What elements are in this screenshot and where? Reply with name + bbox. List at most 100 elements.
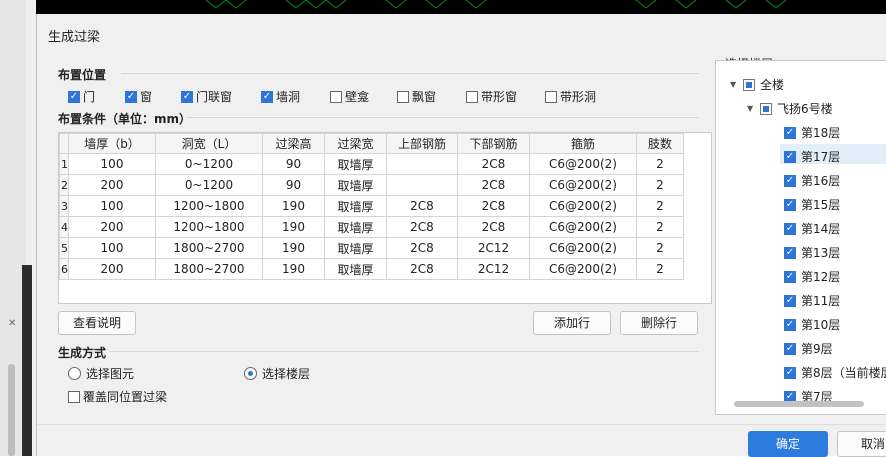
placement-option-door[interactable]: ✓ 门 bbox=[68, 88, 95, 105]
column-header[interactable]: 墙厚（b） bbox=[68, 133, 156, 154]
radio-unselected-icon[interactable] bbox=[68, 367, 81, 380]
tree-node-floor[interactable]: ✓ 第10层 bbox=[784, 316, 840, 333]
table-cell[interactable]: 200 bbox=[68, 174, 156, 196]
checkbox-checked-icon[interactable]: ✓ bbox=[784, 246, 796, 259]
table-cell[interactable]: 取墙厚 bbox=[324, 237, 387, 259]
placement-option-strip-hole[interactable]: 带形洞 bbox=[545, 88, 596, 105]
table-cell[interactable]: 1200~1800 bbox=[155, 216, 263, 238]
table-cell[interactable]: 190 bbox=[262, 237, 325, 259]
table-row[interactable]: 6 200 1800~2700 190 取墙厚 2C8 2C12 C6@200(2) 2 bbox=[59, 258, 684, 280]
checkbox-partial-icon[interactable] bbox=[743, 78, 755, 91]
checkbox-checked-icon[interactable]: ✓ bbox=[125, 90, 137, 103]
tree-node-floor[interactable]: ✓ 第16层 bbox=[784, 172, 840, 189]
table-cell[interactable]: 取墙厚 bbox=[324, 174, 387, 196]
radio-selected-icon[interactable] bbox=[244, 367, 257, 380]
checkbox-unchecked-icon[interactable] bbox=[466, 90, 478, 103]
checkbox-checked-icon[interactable]: ✓ bbox=[784, 342, 796, 355]
table-cell[interactable] bbox=[386, 153, 458, 175]
column-header[interactable]: 肢数 bbox=[636, 133, 684, 154]
column-header[interactable]: 过梁宽 bbox=[324, 133, 387, 154]
table-row[interactable]: 2 200 0~1200 90 取墙厚 2C8 C6@200(2) 2 bbox=[59, 174, 684, 196]
table-cell[interactable]: 200 bbox=[68, 216, 156, 238]
table-cell[interactable]: 2 bbox=[636, 216, 684, 238]
tree-node-building[interactable]: ▼ 飞扬6号楼 bbox=[747, 100, 833, 117]
table-cell[interactable]: 100 bbox=[68, 153, 156, 175]
checkbox-checked-icon[interactable]: ✓ bbox=[784, 222, 796, 235]
delete-row-button[interactable]: 删除行 bbox=[620, 311, 698, 335]
table-cell[interactable]: 2 bbox=[636, 237, 684, 259]
column-header[interactable]: 下部钢筋 bbox=[457, 133, 530, 154]
tree-horizontal-scrollbar[interactable] bbox=[734, 401, 864, 407]
table-cell[interactable]: 190 bbox=[262, 195, 325, 217]
table-cell[interactable]: 2 bbox=[636, 195, 684, 217]
radio-select-element[interactable]: 选择图元 bbox=[68, 365, 134, 382]
column-header[interactable]: 箍筋 bbox=[529, 133, 637, 154]
table-cell[interactable]: 1800~2700 bbox=[155, 258, 263, 280]
ok-button[interactable]: 确定 bbox=[748, 431, 828, 457]
tree-node-all-floors[interactable]: ▼ 全楼 bbox=[730, 76, 784, 93]
table-row[interactable]: 5 100 1800~2700 190 取墙厚 2C8 2C12 C6@200(2) 2 bbox=[59, 237, 684, 259]
checkbox-checked-icon[interactable]: ✓ bbox=[784, 150, 796, 163]
table-cell[interactable]: C6@200(2) bbox=[529, 237, 637, 259]
checkbox-checked-icon[interactable]: ✓ bbox=[261, 90, 273, 103]
table-cell[interactable]: 取墙厚 bbox=[324, 195, 387, 217]
table-cell[interactable]: C6@200(2) bbox=[529, 174, 637, 196]
placement-option-wall-hole[interactable]: ✓ 墙洞 bbox=[261, 88, 300, 105]
tree-node-floor[interactable]: ✓ 第11层 bbox=[784, 292, 840, 309]
checkbox-checked-icon[interactable]: ✓ bbox=[68, 90, 80, 103]
checkbox-unchecked-icon[interactable] bbox=[68, 390, 80, 403]
checkbox-partial-icon[interactable] bbox=[760, 102, 772, 115]
table-cell[interactable]: 2 bbox=[636, 258, 684, 280]
tree-node-floor[interactable]: ✓ 第17层 bbox=[784, 148, 840, 165]
tree-node-floor[interactable]: ✓ 第18层 bbox=[784, 124, 840, 141]
placement-option-window[interactable]: ✓ 窗 bbox=[125, 88, 152, 105]
table-cell[interactable]: 2C8 bbox=[386, 195, 458, 217]
checkbox-checked-icon[interactable]: ✓ bbox=[784, 294, 796, 307]
tree-node-floor[interactable]: ✓第8层（当前楼层） bbox=[784, 364, 886, 381]
table-cell[interactable]: 2C8 bbox=[386, 237, 458, 259]
placement-option-door-window[interactable]: ✓ 门联窗 bbox=[181, 88, 232, 105]
table-cell[interactable]: C6@200(2) bbox=[529, 153, 637, 175]
checkbox-checked-icon[interactable]: ✓ bbox=[784, 318, 796, 331]
tree-node-floor[interactable]: ✓ 第15层 bbox=[784, 196, 840, 213]
table-cell[interactable]: 0~1200 bbox=[155, 174, 263, 196]
checkbox-unchecked-icon[interactable] bbox=[330, 90, 342, 103]
table-row[interactable]: 3 100 1200~1800 190 取墙厚 2C8 2C8 C6@200(2) 2 bbox=[59, 195, 684, 217]
table-cell[interactable]: C6@200(2) bbox=[529, 195, 637, 217]
tree-node-floor[interactable]: ✓ 第9层 bbox=[784, 340, 833, 357]
column-header[interactable]: 过梁高 bbox=[262, 133, 325, 154]
table-cell[interactable]: 0~1200 bbox=[155, 153, 263, 175]
placement-option-strip-window[interactable]: 带形窗 bbox=[466, 88, 517, 105]
column-header[interactable]: 上部钢筋 bbox=[386, 133, 458, 154]
table-cell[interactable]: 2 bbox=[636, 153, 684, 175]
table-cell[interactable]: 90 bbox=[262, 174, 325, 196]
table-cell[interactable] bbox=[386, 174, 458, 196]
table-row[interactable]: 1 100 0~1200 90 取墙厚 2C8 C6@200(2) 2 bbox=[59, 153, 684, 175]
checkbox-checked-icon[interactable]: ✓ bbox=[784, 174, 796, 187]
table-cell[interactable]: 100 bbox=[68, 237, 156, 259]
tree-node-floor[interactable]: ✓ 第13层 bbox=[784, 244, 840, 261]
table-cell[interactable]: 2C8 bbox=[386, 216, 458, 238]
table-cell[interactable]: 2 bbox=[636, 174, 684, 196]
table-cell[interactable]: 2C8 bbox=[457, 216, 530, 238]
table-row[interactable]: 4 200 1200~1800 190 取墙厚 2C8 2C8 C6@200(2) 2 bbox=[59, 216, 684, 238]
checkbox-checked-icon[interactable]: ✓ bbox=[784, 366, 796, 379]
table-cell[interactable]: C6@200(2) bbox=[529, 258, 637, 280]
checkbox-checked-icon[interactable]: ✓ bbox=[784, 198, 796, 211]
table-cell[interactable]: 取墙厚 bbox=[324, 258, 387, 280]
table-cell[interactable]: 2C8 bbox=[386, 258, 458, 280]
checkbox-checked-icon[interactable]: ✓ bbox=[784, 126, 796, 139]
table-cell[interactable]: 190 bbox=[262, 258, 325, 280]
table-cell[interactable]: 2C8 bbox=[457, 153, 530, 175]
view-description-button[interactable]: 查看说明 bbox=[58, 311, 136, 335]
table-cell[interactable]: 2C8 bbox=[457, 174, 530, 196]
checkbox-unchecked-icon[interactable] bbox=[397, 90, 409, 103]
table-cell[interactable]: C6@200(2) bbox=[529, 216, 637, 238]
table-cell[interactable]: 200 bbox=[68, 258, 156, 280]
cancel-button[interactable]: 取消 bbox=[837, 431, 886, 457]
table-cell[interactable]: 2C8 bbox=[457, 195, 530, 217]
table-cell[interactable]: 1200~1800 bbox=[155, 195, 263, 217]
add-row-button[interactable]: 添加行 bbox=[533, 311, 611, 335]
checkbox-unchecked-icon[interactable] bbox=[545, 90, 557, 103]
table-cell[interactable]: 1800~2700 bbox=[155, 237, 263, 259]
